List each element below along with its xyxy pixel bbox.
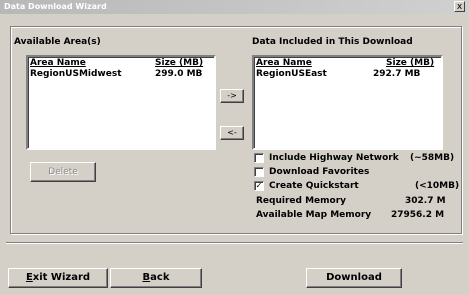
- included-areas-heading: Data Included in This Download: [252, 37, 413, 47]
- checkbox-box[interactable]: [254, 167, 264, 177]
- required-memory-value: 302.7 M: [405, 196, 446, 206]
- add-area-button[interactable]: ->: [220, 89, 244, 103]
- download-favorites-label: Download Favorites: [269, 167, 370, 177]
- close-button[interactable]: x: [454, 1, 465, 12]
- quickstart-size-estimate: (<10MB): [415, 181, 460, 191]
- area-size: 292.7 MB: [373, 69, 421, 79]
- list-item[interactable]: RegionUSMidwest: [30, 69, 122, 79]
- checkbox-box[interactable]: [254, 153, 264, 163]
- included-col-size: Size (MB): [386, 58, 435, 68]
- include-highway-checkbox[interactable]: Include Highway Network: [254, 153, 399, 163]
- available-memory-value: 27956.2 M: [391, 210, 445, 220]
- highway-size-estimate: (~58MB): [410, 153, 455, 163]
- exit-wizard-button[interactable]: Exit Wizard: [8, 268, 108, 288]
- back-button[interactable]: Back: [110, 268, 202, 288]
- create-quickstart-label: Create Quickstart: [269, 181, 359, 191]
- included-col-area-name: Area Name: [256, 58, 312, 68]
- list-item[interactable]: RegionUSEast: [256, 69, 327, 79]
- title-bar: Data Download Wizard x: [0, 0, 469, 14]
- close-icon: x: [456, 2, 463, 12]
- create-quickstart-checkbox[interactable]: ✓ Create Quickstart: [254, 181, 359, 191]
- back-label: ack: [150, 272, 170, 283]
- exit-wizard-label: xit Wizard: [32, 272, 91, 283]
- available-memory-label: Available Map Memory: [256, 210, 372, 220]
- checkmark-icon[interactable]: ✓: [254, 181, 264, 191]
- window-title: Data Download Wizard: [4, 2, 107, 11]
- remove-area-button[interactable]: <-: [220, 126, 244, 140]
- include-highway-label: Include Highway Network: [269, 153, 399, 163]
- available-col-area-name: Area Name: [30, 58, 86, 68]
- area-name: RegionUSMidwest: [30, 69, 122, 79]
- footer-bar: Exit Wizard Back Download: [6, 266, 463, 290]
- available-areas-heading: Available Area(s): [14, 37, 101, 47]
- delete-button[interactable]: Delete: [30, 162, 96, 182]
- available-col-size: Size (MB): [155, 58, 204, 68]
- back-mnemonic: B: [142, 272, 151, 283]
- exit-wizard-mnemonic: E: [25, 272, 33, 283]
- area-size: 299.0 MB: [155, 69, 203, 79]
- download-button[interactable]: Download: [306, 268, 402, 288]
- required-memory-label: Required Memory: [256, 196, 347, 206]
- download-favorites-checkbox[interactable]: Download Favorites: [254, 167, 369, 177]
- footer-divider: [6, 242, 463, 244]
- area-name: RegionUSEast: [256, 69, 327, 79]
